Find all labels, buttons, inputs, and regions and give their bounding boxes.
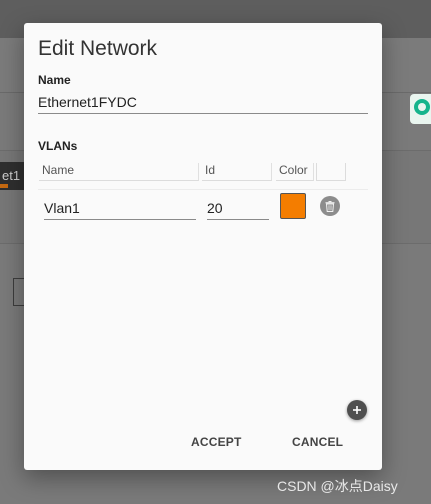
vlans-label: VLANs — [38, 139, 78, 153]
accept-button[interactable]: ACCEPT — [191, 433, 242, 451]
plus-icon[interactable] — [347, 400, 367, 420]
cancel-button[interactable]: CANCEL — [292, 433, 343, 451]
name-label: Name — [38, 73, 71, 87]
watermark: CSDN @冰点Daisy — [277, 478, 398, 494]
column-header-actions — [316, 163, 346, 181]
background-chip-label: et1 — [2, 168, 21, 183]
vlan-name-input[interactable] — [44, 197, 196, 220]
grammarly-icon[interactable] — [410, 94, 431, 124]
vlan-color-swatch[interactable] — [280, 193, 306, 219]
edit-network-dialog: Edit Network Name VLANs Name Id Color AC… — [24, 23, 382, 470]
network-name-input[interactable] — [38, 91, 368, 114]
background-chip-color — [0, 184, 8, 188]
column-header-color: Color — [276, 163, 314, 181]
column-header-id: Id — [202, 163, 272, 181]
background-network-chip: et1 — [0, 162, 24, 190]
dialog-title: Edit Network — [38, 37, 158, 60]
header-divider — [38, 189, 368, 190]
trash-icon[interactable] — [320, 196, 340, 216]
column-header-name: Name — [39, 163, 199, 181]
vlan-id-input[interactable] — [207, 197, 269, 220]
